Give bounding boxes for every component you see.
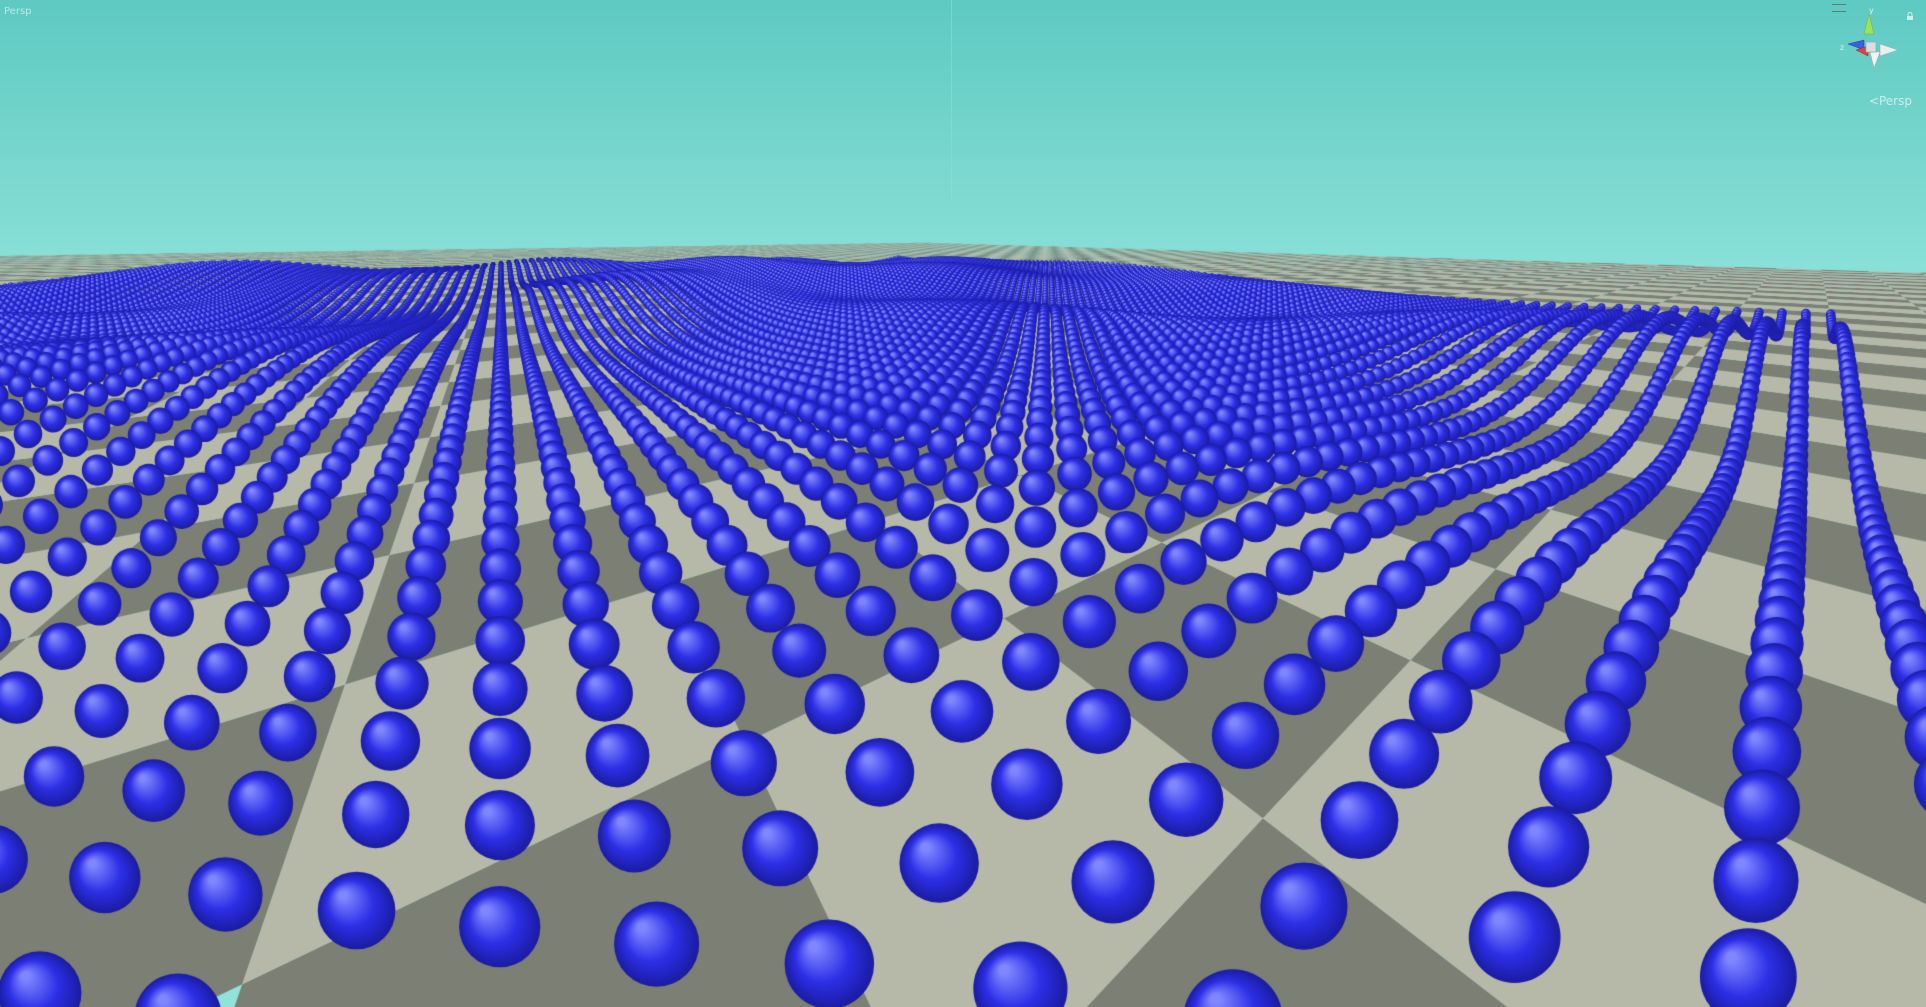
scene-guide-line [951, 0, 952, 200]
orientation-gizmo-icon[interactable]: y z [1834, 6, 1904, 76]
gizmo-axis-z-label: z [1840, 43, 1844, 52]
lock-icon[interactable] [1906, 12, 1914, 20]
projection-label-text: <Persp [1868, 94, 1912, 108]
gizmo-axis-y-label: y [1869, 6, 1874, 15]
corner-view-label: Persp [4, 6, 32, 17]
3d-scene-canvas[interactable] [0, 0, 1926, 1007]
scene-viewport[interactable]: Persp y z <Persp [0, 0, 1926, 1007]
projection-toggle[interactable]: <Persp [1869, 94, 1912, 108]
scene-gizmo[interactable]: y z <Persp [1816, 0, 1916, 115]
